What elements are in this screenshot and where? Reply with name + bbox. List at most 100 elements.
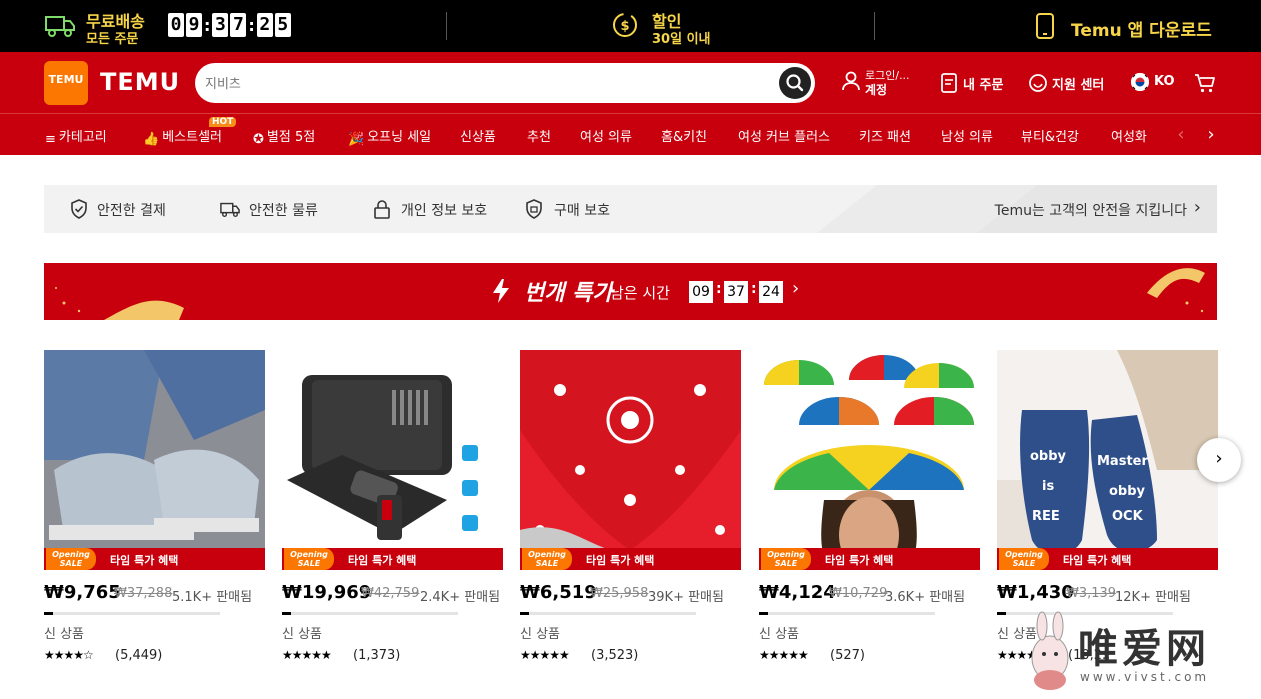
review-count: (1,373) [353,648,401,663]
support-center-link[interactable]: 지원 센터 [1052,74,1104,93]
nav-item-womens-curve[interactable]: 여성 커브 플러스 [738,126,830,145]
flash-timer-colon: : [751,281,757,297]
app-download-link[interactable]: Temu 앱 다운로드 [1071,16,1212,41]
review-count: (527) [830,648,865,663]
product-image-bandana-top[interactable] [520,350,741,570]
carousel-next-button[interactable]: › [1197,438,1241,482]
new-product-label: 신 상품 [282,627,323,642]
product-image-shoes[interactable] [44,350,265,570]
time-deal-strip: Opening SALE 타임 특가 혜택 [520,548,741,570]
discount-coin-icon: $ [613,13,637,37]
nav-item-recommend[interactable]: 추천 [527,126,551,145]
all-orders-label: 모든 주문 [86,32,139,47]
watermark-url: www.vivst.com [1080,670,1210,684]
flash-timer-seconds: 24 [759,281,783,303]
svg-text:is: is [1042,479,1054,494]
opening-sale-badge: Opening SALE [761,548,811,570]
cart-icon[interactable] [1194,72,1216,94]
chevron-right-icon: › [1215,448,1223,469]
progress-fill [997,612,1006,615]
sold-count: 5.1K+ 판매됨 [172,590,253,605]
safety-promise-text: Temu는 고객의 안전을 지킵니다 [994,203,1187,219]
time-deal-label: 타임 특가 혜택 [110,554,179,567]
nav-item-opening-sale[interactable]: 🎉 오프닝 세일 [348,126,431,147]
chevron-right-icon: › [1193,197,1201,218]
chevron-right-icon[interactable]: › [1201,124,1221,146]
nav-item-bestseller[interactable]: 👍 베스트셀러 [143,126,222,147]
language-selector[interactable]: KO [1154,74,1175,89]
user-icon[interactable] [842,70,860,92]
product-price: ₩4,124 [759,582,836,603]
support-chat-icon[interactable] [1028,73,1048,93]
safe-payment-label: 안전한 결제 [97,203,166,219]
product-image-umbrella-hat[interactable] [759,350,980,570]
flash-timer-colon: : [716,281,722,297]
korea-flag-icon[interactable] [1131,73,1149,91]
nav-item-kids[interactable]: 키즈 패션 [859,126,911,145]
time-deal-label: 타임 특가 혜택 [586,554,655,567]
safety-bar[interactable]: 안전한 결제 안전한 물류 개인 정보 보호 구매 보호 Temu는 고객의 안… [44,185,1217,233]
temu-logo[interactable]: TEMU [44,61,88,105]
main-header: TEMU TEMU 로그인/... 계정 내 주문 지원 센터 KO [0,52,1261,113]
svg-text:REE: REE [1032,509,1060,524]
nav-item-mens[interactable]: 남성 의류 [941,126,993,145]
star-rating: ★★★★★ [282,648,332,662]
progress-fill [282,612,291,615]
nav-item-womens-shoes[interactable]: 여성화 [1111,126,1147,145]
star-rating: ★★★★☆ [44,648,94,662]
watermark-text: 唯爱网 [1078,626,1210,672]
opening-sale-badge: Opening SALE [999,548,1049,570]
product-card[interactable]: Opening SALE 타임 특가 혜택 ₩4,124 ₩10,729 3.6K… [759,350,980,690]
flash-sale-banner[interactable]: 번개 특가 남은 시간 09 : 37 : 24 › [44,263,1217,320]
purchase-protection-label: 구매 보호 [554,203,610,219]
progress-fill [759,612,768,615]
search-button[interactable] [779,67,811,99]
product-image-screwdriver-kit[interactable] [282,350,503,570]
svg-text:OCK: OCK [1112,509,1144,524]
divider [874,12,875,40]
hot-badge: HOT [209,117,237,127]
chevron-left-icon[interactable]: ‹ [1171,124,1191,146]
new-product-label: 신 상품 [759,627,800,642]
svg-text:obby: obby [1030,449,1067,464]
nav-item-five-star[interactable]: ✪ 별점 5점 [253,126,315,147]
orders-icon[interactable] [940,73,958,93]
within-30-days-label: 30일 이내 [652,32,711,47]
nav-item-womens[interactable]: 여성 의류 [580,126,632,145]
nav-item-label: 베스트셀러 [162,130,222,145]
product-card[interactable]: Opening SALE 타임 특가 혜택 ₩6,519 ₩25,958 39K+… [520,350,741,690]
my-orders-link[interactable]: 내 주문 [963,74,1003,93]
nav-item-label: 별점 5점 [266,130,316,145]
search-input[interactable] [205,71,765,95]
ribbon-decoration-right [1147,268,1205,313]
time-deal-strip: Opening SALE 타임 특가 혜택 [997,548,1218,570]
product-card[interactable]: Opening SALE 타임 특가 혜택 ₩19,969 ₩42,759 2.4… [282,350,503,690]
progress-fill [520,612,529,615]
temu-wordmark[interactable]: TEMU [100,68,180,96]
product-card[interactable]: Opening SALE 타임 특가 혜택 ₩9,765 ₩37,288 5.1K… [44,350,265,690]
nav-item-label: 카테고리 [58,130,107,145]
product-price: ₩9,765 [44,582,121,603]
nav-item-home-kitchen[interactable]: 홈&키친 [661,126,707,145]
menu-icon: ≡ [45,132,56,147]
sold-count: 2.4K+ 판매됨 [420,590,501,605]
product-image-socks[interactable]: obby is REE Master obby OCK [997,350,1218,570]
new-product-label: 신 상품 [44,627,85,642]
product-price: ₩19,969 [282,582,372,603]
sold-count: 12K+ 판매됨 [1115,590,1191,605]
flash-sale-title-text: 번개 특가 [524,281,613,306]
opening-sale-badge: Opening SALE [284,548,334,570]
nav-item-category[interactable]: ≡ 카테고리 [45,126,107,147]
timer-digit: 5 [274,13,291,37]
nav-item-new[interactable]: 신상품 [460,126,496,145]
original-price: ₩3,139 [1066,586,1117,601]
opening-sale-badge: Opening SALE [46,548,96,570]
privacy-label: 개인 정보 보호 [401,203,488,219]
star-badge-icon: ✪ [253,132,264,147]
truck-icon [45,16,75,37]
progress-fill [44,612,53,615]
nav-item-beauty[interactable]: 뷰티&건강 [1021,126,1079,145]
star-rating: ★★★★★ [759,648,809,662]
account-label[interactable]: 계정 [865,81,887,98]
shield-check-icon [71,199,87,219]
